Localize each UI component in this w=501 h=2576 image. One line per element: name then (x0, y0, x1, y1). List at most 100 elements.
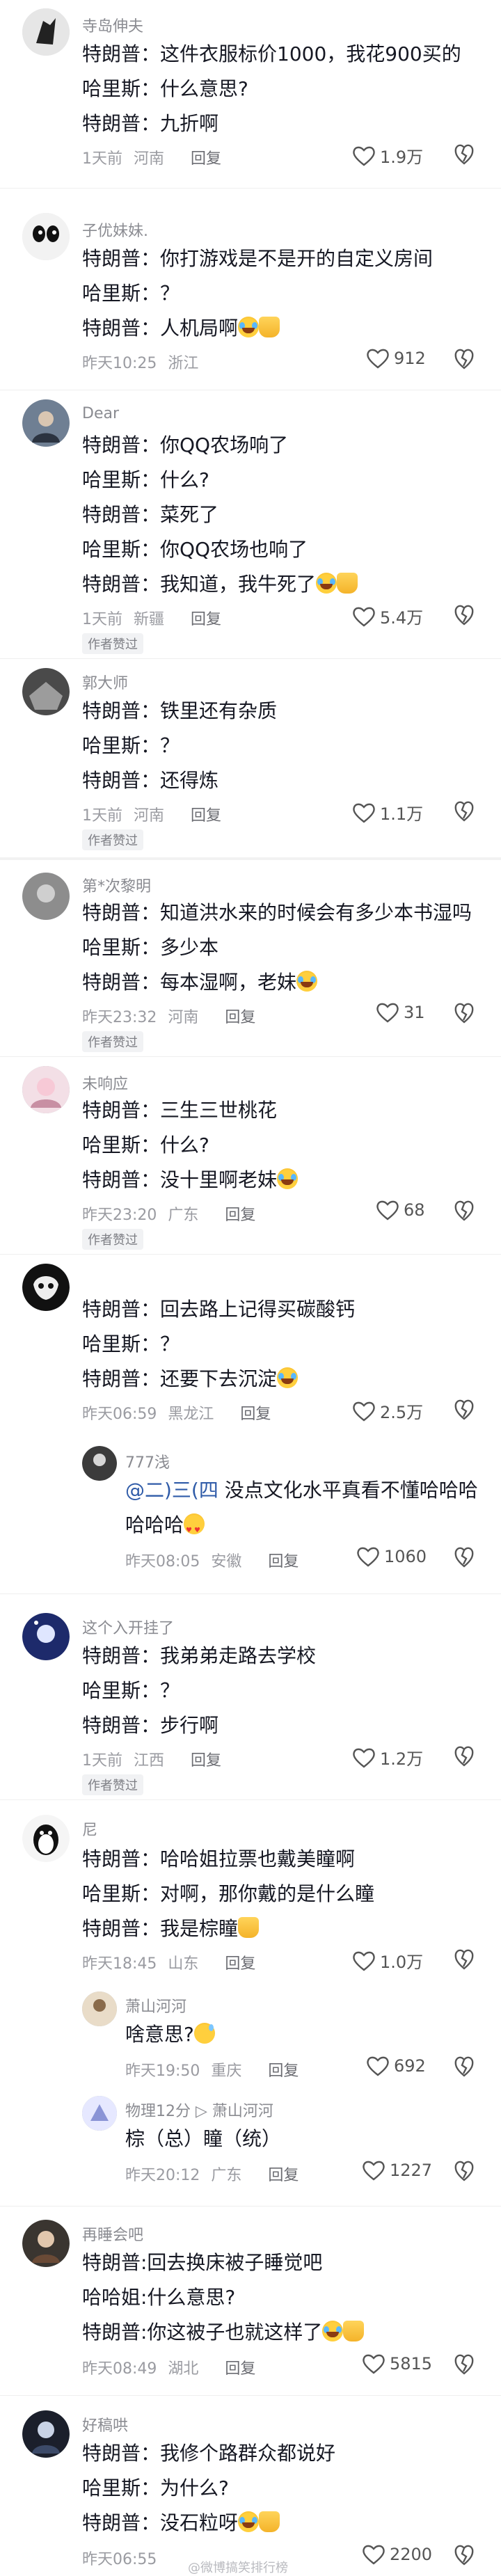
comment-line: 特朗普：你打游戏是不是开的自定义房间 (82, 247, 434, 270)
avatar[interactable] (82, 1991, 117, 2026)
like-button[interactable]: 68 (376, 1200, 425, 1221)
reply-username[interactable]: 777浅 (125, 1450, 170, 1472)
reply-button[interactable]: 回复 (268, 2058, 299, 2081)
like-button[interactable]: 5815 (362, 2353, 432, 2374)
avatar[interactable] (22, 2220, 70, 2267)
comment-location: 山东 (168, 1955, 199, 1973)
dislike-icon[interactable] (454, 603, 475, 626)
avatar[interactable] (22, 1613, 70, 1660)
comment-username[interactable]: 未响应 (82, 1072, 128, 1094)
comment-line-text: 特朗普：没石粒呀 (82, 2511, 239, 2534)
dislike-icon[interactable] (454, 2054, 475, 2078)
mention-link[interactable]: @二)三(四 (125, 1479, 218, 1502)
dislike-icon[interactable] (454, 2158, 475, 2182)
comment-username[interactable]: 第*次黎明 (82, 874, 151, 896)
like-button[interactable]: 2.5万 (352, 1399, 423, 1423)
divider (0, 658, 501, 659)
reply-button[interactable]: 回复 (268, 1549, 299, 1571)
like-button[interactable]: 1060 (356, 1546, 427, 1567)
like-button[interactable]: 912 (366, 348, 426, 369)
reply-button[interactable]: 回复 (225, 1202, 255, 1225)
dislike-icon[interactable] (454, 1545, 475, 1568)
reply-button[interactable]: 回复 (225, 2356, 255, 2378)
reply-button[interactable]: 回复 (191, 1748, 221, 1770)
dislike-icon[interactable] (454, 2543, 475, 2566)
like-button[interactable]: 1.1万 (352, 800, 423, 825)
qq-penguin-avatar-icon (22, 1815, 70, 1862)
comment-line: 特朗普：我弟弟走路去学校 (82, 1644, 317, 1667)
comment-username[interactable]: 再睡会吧 (82, 2223, 143, 2245)
comment-username[interactable]: 这个入开挂了 (82, 1616, 174, 1638)
like-button[interactable]: 1227 (362, 2160, 432, 2181)
dislike-icon[interactable] (454, 1198, 475, 1222)
comment-meta: 1天前 河南 回复 (82, 803, 221, 825)
avatar[interactable] (22, 1815, 70, 1862)
avatar[interactable] (22, 8, 70, 56)
comment-line: 哈里斯：？ (82, 282, 180, 305)
avatar[interactable] (22, 668, 70, 715)
reply-button[interactable]: 回复 (225, 1951, 255, 1973)
dislike-icon[interactable] (454, 1001, 475, 1024)
reply-button[interactable]: 回复 (191, 803, 221, 825)
reply-time: 昨天08:05 (125, 1553, 200, 1571)
reply-time: 昨天19:50 (125, 2062, 200, 2080)
comment-line: 特朗普：九折啊 (82, 112, 219, 135)
like-count: 68 (404, 1200, 425, 1220)
reply-username[interactable]: 物理12分 ▷ 萧山河河 (125, 2099, 273, 2121)
divider (0, 1056, 501, 1057)
reply-username[interactable]: 萧山河河 (125, 1994, 186, 2017)
dislike-icon[interactable] (454, 1397, 475, 1421)
comment-line-text: 特朗普：人机局啊 (82, 317, 239, 340)
avatar[interactable] (82, 2096, 117, 2131)
comment-meta: 昨天08:49 湖北 回复 (82, 2356, 255, 2378)
comment-username[interactable]: Dear (82, 405, 119, 422)
comment-line: 特朗普：我是棕瞳 (82, 1915, 260, 1943)
comment-username[interactable]: 寺岛伸夫 (82, 14, 143, 36)
reply-button[interactable]: 回复 (240, 1401, 271, 1424)
avatar[interactable] (22, 399, 70, 447)
dislike-icon[interactable] (454, 1744, 475, 1767)
comment-location: 浙江 (168, 355, 199, 372)
like-button[interactable]: 1.9万 (352, 143, 423, 168)
avatar[interactable] (82, 1446, 117, 1481)
like-button[interactable]: 31 (376, 1002, 425, 1023)
avatar[interactable] (22, 873, 70, 920)
dislike-icon[interactable] (454, 1947, 475, 1971)
laugh-cry-emoji-icon (322, 2321, 344, 2342)
author-liked-badge: 作者赞过 (82, 633, 143, 654)
reply-text: 哈哈哈 (125, 1513, 184, 1536)
comment-line: 特朗普：没十里啊老妹 (82, 1166, 299, 1194)
comment-username[interactable]: 子优妹妹. (82, 218, 148, 241)
ok-hand-emoji-icon (238, 1917, 260, 1938)
dislike-icon[interactable] (454, 799, 475, 822)
reply-line: 棕（总）瞳（统） (125, 2127, 282, 2150)
author-liked-badge: 作者赞过 (82, 829, 143, 850)
heart-icon (353, 1401, 375, 1422)
like-button[interactable]: 1.0万 (352, 1948, 423, 1973)
comment-line: 哈里斯：？ (82, 1679, 180, 1702)
like-button[interactable]: 692 (366, 2056, 426, 2076)
comment-username[interactable]: 好稿哄 (82, 2413, 128, 2435)
dislike-icon[interactable] (454, 2352, 475, 2376)
reply-button[interactable]: 回复 (191, 146, 221, 168)
avatar[interactable] (22, 1066, 70, 1113)
like-button[interactable]: 5.4万 (352, 604, 423, 628)
heart-icon (353, 146, 375, 166)
comment-username[interactable]: 郭大师 (82, 671, 128, 693)
comment-meta: 昨天23:32 河南 回复 (82, 1005, 255, 1027)
dislike-icon[interactable] (454, 347, 475, 370)
like-button[interactable]: 1.2万 (352, 1745, 423, 1770)
like-button[interactable]: 2200 (362, 2544, 432, 2565)
laugh-cry-emoji-icon (238, 2511, 260, 2532)
comment-line: 哈里斯：你QQ农场也响了 (82, 538, 308, 561)
avatar[interactable] (22, 1264, 70, 1311)
avatar[interactable] (22, 2410, 70, 2458)
comment-line: 哈里斯：多少本 (82, 936, 219, 959)
comment-username[interactable]: 尼 (82, 1818, 97, 1840)
reply-button[interactable]: 回复 (268, 2163, 299, 2185)
reply-button[interactable]: 回复 (225, 1005, 255, 1027)
reply-button[interactable]: 回复 (191, 607, 221, 629)
avatar[interactable] (22, 213, 70, 260)
dislike-icon[interactable] (454, 142, 475, 166)
comment-line-text: 特朗普：没十里啊老妹 (82, 1168, 278, 1191)
